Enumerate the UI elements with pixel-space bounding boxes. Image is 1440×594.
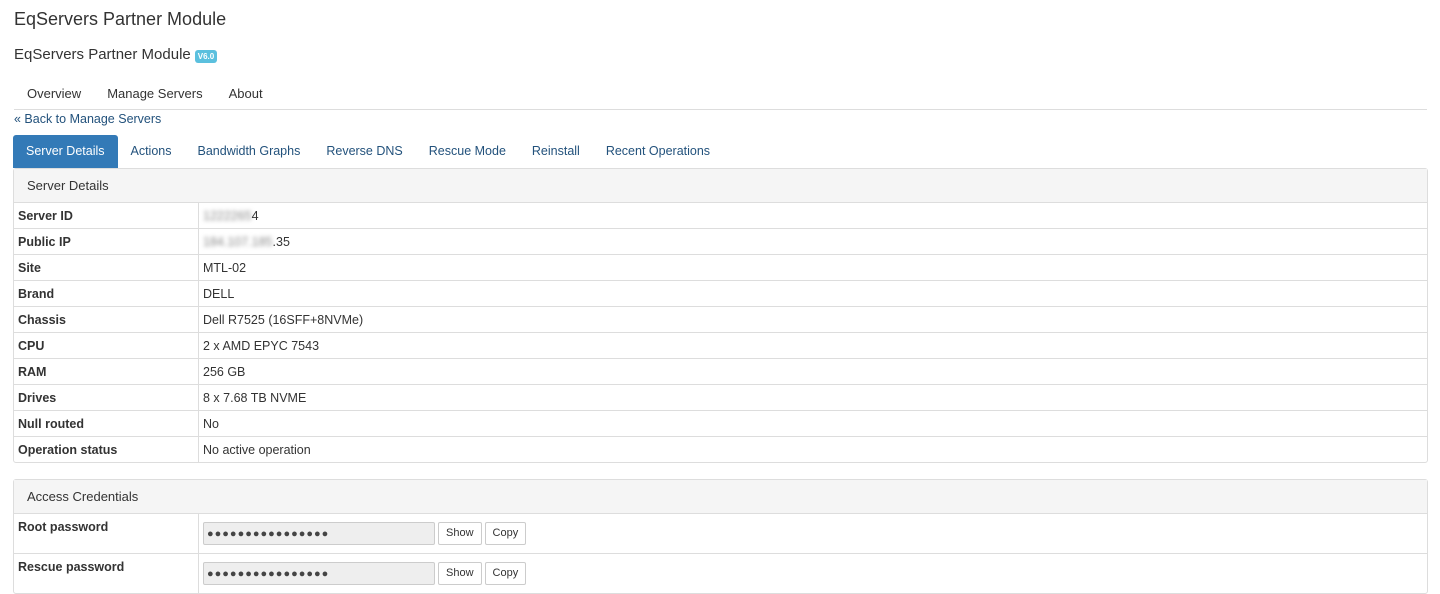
module-title: EqServers Partner Module V6.0 [14,46,218,63]
tab-bandwidth-graphs[interactable]: Bandwidth Graphs [185,135,314,168]
row-label: Root password [14,514,199,554]
rescue-password-copy-button[interactable]: Copy [484,562,527,585]
module-title-text: EqServers Partner Module [14,46,191,63]
table-row: Operation status No active operation [14,436,1427,462]
row-value: No active operation [198,436,1427,462]
server-details-table: Server ID 12222654 Public IP 184.107.185… [14,203,1427,462]
rescue-password-show-button[interactable]: Show [438,562,482,585]
page-title: EqServers Partner Module [14,9,227,29]
redacted-value: 1222265 [203,208,252,223]
tab-recent-operations[interactable]: Recent Operations [593,135,723,168]
nav-about[interactable]: About [216,82,276,109]
rescue-password-cell: ●●●●●●●●●●●●●●●● Show Copy [198,553,1427,593]
server-tabs: Server Details Actions Bandwidth Graphs … [13,135,723,168]
root-password-copy-button[interactable]: Copy [484,522,527,545]
table-row: Drives 8 x 7.68 TB NVME [14,384,1427,411]
table-row: Site MTL-02 [14,254,1427,281]
row-value: No [198,410,1427,437]
row-label: Operation status [14,436,199,462]
nav-overview[interactable]: Overview [14,82,94,109]
tab-rescue-mode[interactable]: Rescue Mode [416,135,519,168]
table-row: Public IP 184.107.185.35 [14,228,1427,255]
table-row: RAM 256 GB [14,358,1427,385]
table-row: Chassis Dell R7525 (16SFF+8NVMe) [14,306,1427,333]
row-label: Brand [14,280,199,307]
root-password-field[interactable]: ●●●●●●●●●●●●●●●● [203,522,435,545]
server-id-value: 12222654 [199,203,1428,229]
table-row: Root password ●●●●●●●●●●●●●●●● Show Copy [14,514,1427,554]
row-value: 2 x AMD EPYC 7543 [198,332,1427,359]
row-label: RAM [14,358,199,385]
access-credentials-panel: Access Credentials Root password ●●●●●●●… [13,479,1428,594]
redacted-value: 184.107.185 [203,234,273,249]
row-label: Drives [14,384,199,411]
public-ip-value: 184.107.185.35 [198,228,1427,255]
row-value: Dell R7525 (16SFF+8NVMe) [198,306,1427,333]
tab-server-details[interactable]: Server Details [13,135,118,168]
server-details-heading: Server Details [14,169,1427,203]
row-label: Server ID [14,203,199,229]
root-password-show-button[interactable]: Show [438,522,482,545]
row-value: MTL-02 [198,254,1427,281]
row-label: Rescue password [14,553,199,593]
row-label: Null routed [14,410,199,437]
row-value: DELL [198,280,1427,307]
back-to-manage-servers-link[interactable]: « Back to Manage Servers [14,112,161,126]
nav-manage-servers[interactable]: Manage Servers [94,82,215,109]
table-row: Rescue password ●●●●●●●●●●●●●●●● Show Copy [14,553,1427,593]
tab-reverse-dns[interactable]: Reverse DNS [313,135,415,168]
row-value: 256 GB [198,358,1427,385]
table-row: Server ID 12222654 [14,203,1427,229]
top-nav: Overview Manage Servers About [14,82,1427,110]
credentials-table: Root password ●●●●●●●●●●●●●●●● Show Copy R… [14,514,1427,593]
access-credentials-heading: Access Credentials [14,480,1427,514]
table-row: CPU 2 x AMD EPYC 7543 [14,332,1427,359]
row-label: CPU [14,332,199,359]
table-row: Brand DELL [14,280,1427,307]
server-details-panel: Server Details Server ID 12222654 Public… [13,168,1428,463]
row-label: Public IP [14,228,199,255]
visible-value: .35 [272,234,290,249]
tab-actions[interactable]: Actions [118,135,185,168]
row-label: Site [14,254,199,281]
row-label: Chassis [14,306,199,333]
visible-value: 4 [251,208,259,223]
rescue-password-field[interactable]: ●●●●●●●●●●●●●●●● [203,562,435,585]
version-badge: V6.0 [194,49,218,63]
root-password-cell: ●●●●●●●●●●●●●●●● Show Copy [199,514,1428,554]
row-value: 8 x 7.68 TB NVME [198,384,1427,411]
table-row: Null routed No [14,410,1427,437]
tab-reinstall[interactable]: Reinstall [519,135,593,168]
